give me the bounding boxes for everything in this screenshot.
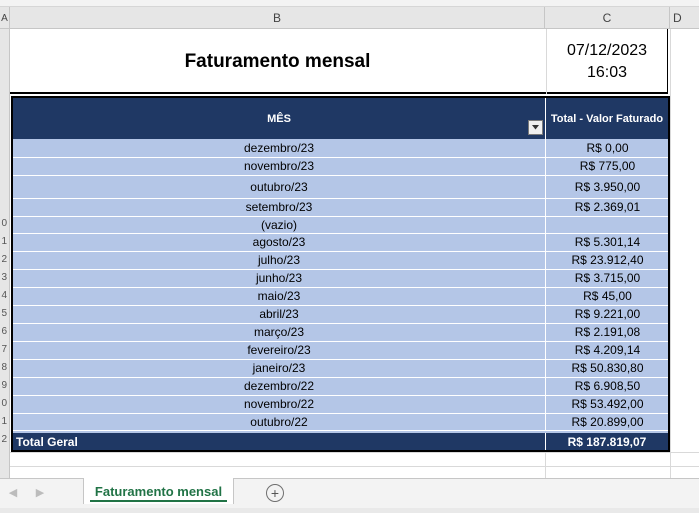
value-cell[interactable]: R$ 23.912,40 <box>545 251 669 269</box>
table-row: janeiro/23 R$ 50.830,80 <box>13 359 668 378</box>
month-cell[interactable]: julho/23 <box>13 251 545 269</box>
value-cell[interactable]: R$ 0,00 <box>545 139 669 157</box>
table-row: outubro/22 R$ 20.899,00 <box>13 413 668 431</box>
month-cell[interactable]: março/23 <box>13 323 545 341</box>
active-tab-underline <box>90 500 227 502</box>
month-cell[interactable]: setembro/23 <box>13 198 545 216</box>
month-cell[interactable]: junho/23 <box>13 269 545 287</box>
row-number[interactable]: 1 <box>0 235 9 249</box>
total-label[interactable]: Total Geral <box>16 433 78 450</box>
column-header-c[interactable]: C <box>545 7 670 29</box>
row-number[interactable]: 3 <box>0 271 9 285</box>
row-number[interactable]: 5 <box>0 307 9 321</box>
gridline <box>545 452 546 478</box>
row-number[interactable]: 2 <box>0 433 9 447</box>
table-row: agosto/23 R$ 5.301,14 <box>13 233 668 252</box>
value-cell[interactable]: R$ 2.369,01 <box>545 198 669 216</box>
date-text: 07/12/2023 <box>566 41 648 59</box>
row-number[interactable]: 4 <box>0 289 9 303</box>
value-cell[interactable]: R$ 775,00 <box>545 157 669 175</box>
gridline <box>670 29 671 478</box>
value-cell[interactable]: R$ 3.715,00 <box>545 269 669 287</box>
month-cell[interactable]: fevereiro/23 <box>13 341 545 359</box>
add-sheet-button[interactable]: + <box>266 484 284 502</box>
table-row: (vazio) <box>13 216 668 234</box>
month-cell[interactable]: outubro/22 <box>13 413 545 430</box>
total-value[interactable]: R$ 187.819,07 <box>546 433 668 450</box>
value-cell[interactable]: R$ 5.301,14 <box>545 233 669 251</box>
value-cell[interactable]: R$ 9.221,00 <box>545 305 669 323</box>
column-header-a[interactable]: A <box>0 7 10 29</box>
value-cell[interactable]: R$ 2.191,08 <box>545 323 669 341</box>
month-cell[interactable]: dezembro/22 <box>13 377 545 395</box>
table-row: dezembro/22 R$ 6.908,50 <box>13 377 668 396</box>
filter-dropdown-button[interactable] <box>528 120 543 135</box>
table-row: maio/23 R$ 45,00 <box>13 287 668 306</box>
table-row: junho/23 R$ 3.715,00 <box>13 269 668 288</box>
month-cell[interactable]: maio/23 <box>13 287 545 305</box>
table-row: julho/23 R$ 23.912,40 <box>13 251 668 270</box>
month-cell[interactable]: novembro/22 <box>13 395 545 413</box>
row-number[interactable]: 7 <box>0 343 9 357</box>
sheet-nav-prev-icon[interactable]: ◀ <box>6 484 20 500</box>
month-cell[interactable]: (vazio) <box>13 216 545 233</box>
month-cell[interactable]: outubro/23 <box>13 175 545 198</box>
top-strip <box>0 0 699 7</box>
month-cell[interactable]: janeiro/23 <box>13 359 545 377</box>
month-cell[interactable]: agosto/23 <box>13 233 545 251</box>
column-header-d[interactable]: D <box>670 7 699 29</box>
plus-icon: + <box>270 485 280 501</box>
gridline <box>10 466 699 467</box>
row-number[interactable]: 9 <box>0 379 9 393</box>
row-number[interactable]: 8 <box>0 361 9 375</box>
gridline <box>10 452 699 453</box>
value-cell[interactable]: R$ 3.950,00 <box>545 175 669 198</box>
value-cell[interactable]: R$ 4.209,14 <box>545 341 669 359</box>
row-number[interactable]: 6 <box>0 325 9 339</box>
column-header-b[interactable]: B <box>10 7 545 29</box>
value-cell[interactable]: R$ 53.492,00 <box>545 395 669 413</box>
table-row: abril/23 R$ 9.221,00 <box>13 305 668 324</box>
time-text: 16:03 <box>586 63 628 81</box>
value-cell[interactable]: R$ 6.908,50 <box>545 377 669 395</box>
table-row: novembro/23 R$ 775,00 <box>13 157 668 176</box>
date-time-cell[interactable]: 07/12/2023 16:03 <box>546 29 667 94</box>
header-month[interactable]: MÊS <box>13 98 545 139</box>
value-cell[interactable]: R$ 45,00 <box>545 287 669 305</box>
month-cell[interactable]: dezembro/23 <box>13 139 545 157</box>
table-row: março/23 R$ 2.191,08 <box>13 323 668 342</box>
sheet-nav-next-icon[interactable]: ▶ <box>33 484 47 500</box>
table-row: dezembro/23 R$ 0,00 <box>13 139 668 158</box>
month-cell[interactable]: abril/23 <box>13 305 545 323</box>
column-header-bar: A B C D <box>0 0 699 29</box>
header-total[interactable]: Total - Valor Faturado <box>546 98 668 139</box>
status-strip <box>0 508 699 513</box>
filter-dropdown-icon <box>532 125 539 130</box>
value-cell[interactable]: R$ 20.899,00 <box>545 413 669 430</box>
page-title[interactable]: Faturamento mensal <box>10 29 545 94</box>
table-row: fevereiro/23 R$ 4.209,14 <box>13 341 668 360</box>
row-header-bar: 0 1 2 3 4 5 6 7 8 9 0 1 2 <box>0 29 10 478</box>
row-number[interactable]: 0 <box>0 217 9 231</box>
row-number[interactable]: 2 <box>0 253 9 267</box>
table-row: setembro/23 R$ 2.369,01 <box>13 198 668 217</box>
table-row: outubro/23 R$ 3.950,00 <box>13 175 668 199</box>
table-row: novembro/22 R$ 53.492,00 <box>13 395 668 414</box>
row-number[interactable]: 1 <box>0 415 9 429</box>
value-cell[interactable] <box>545 216 669 233</box>
row-number[interactable]: 0 <box>0 397 9 411</box>
value-cell[interactable]: R$ 50.830,80 <box>545 359 669 377</box>
month-cell[interactable]: novembro/23 <box>13 157 545 175</box>
